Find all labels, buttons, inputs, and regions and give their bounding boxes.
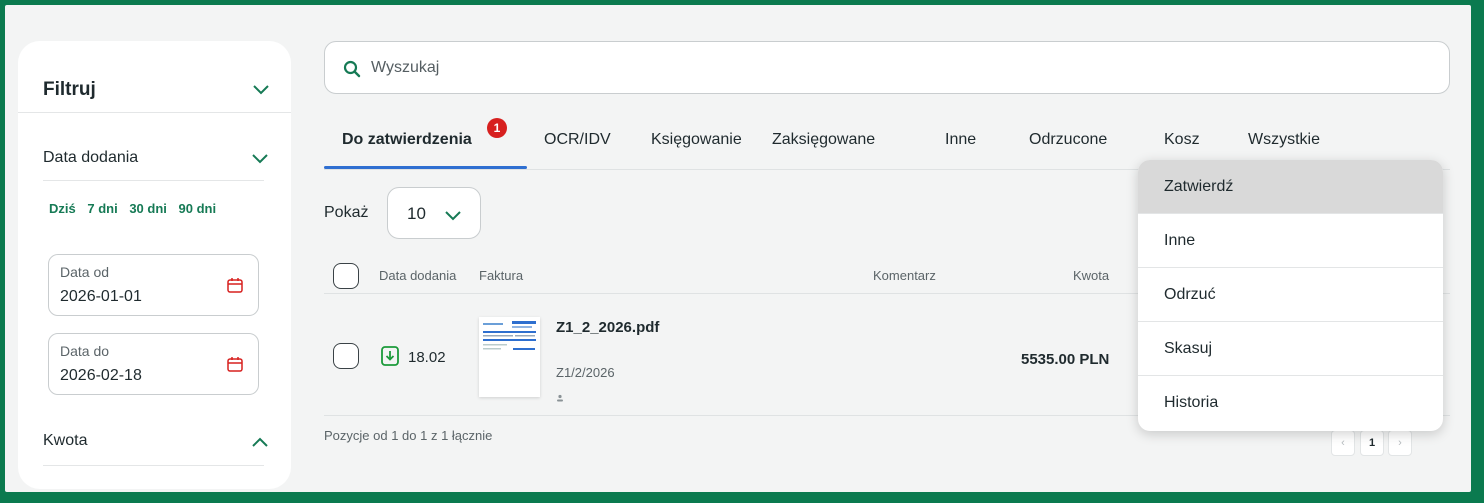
count-badge: 1 (487, 118, 507, 138)
header-comment[interactable]: Komentarz (873, 268, 936, 283)
filter-panel: Filtruj Data dodania Dziś 7 dni 30 dni 9… (18, 41, 291, 489)
tab-odrzucone[interactable]: Odrzucone (1029, 131, 1107, 149)
prev-page-button[interactable]: ‹ (1331, 430, 1355, 456)
tab-zaksiegowane[interactable]: Zaksięgowane (772, 131, 875, 149)
header-invoice[interactable]: Faktura (479, 268, 523, 283)
date-to-field[interactable]: Data do 2026-02-18 (48, 333, 259, 395)
page-size-label: Pokaż (324, 204, 369, 221)
page-size-select[interactable]: 10 (387, 187, 481, 239)
date-from-label: Data od (60, 264, 110, 280)
tab-kosz[interactable]: Kosz (1164, 131, 1200, 149)
amount-section-label: Kwota (43, 432, 88, 449)
tab-inne[interactable]: Inne (945, 131, 976, 149)
date-to-value[interactable]: 2026-02-18 (60, 367, 142, 385)
calendar-icon[interactable] (226, 355, 244, 378)
tab-ksiegowanie[interactable]: Księgowanie (651, 131, 742, 149)
pagination-summary: Pozycje od 1 do 1 z 1 łącznie (324, 428, 493, 443)
row-actions-menu: Zatwierdź Inne Odrzuć Skasuj Historia (1138, 160, 1443, 431)
date-to-label: Data do (60, 343, 110, 359)
chevron-down-icon[interactable] (251, 82, 271, 96)
next-page-button[interactable]: › (1388, 430, 1412, 456)
invoice-number: Z1/2/2026 (556, 365, 615, 380)
row-date: 18.02 (408, 349, 446, 366)
menu-item-reject[interactable]: Odrzuć (1138, 268, 1443, 322)
app-frame: Filtruj Data dodania Dziś 7 dni 30 dni 9… (5, 5, 1471, 492)
page-1-button[interactable]: 1 (1360, 430, 1384, 456)
tab-wszystkie[interactable]: Wszystkie (1248, 131, 1320, 149)
search-bar[interactable] (324, 41, 1450, 94)
date-from-field[interactable]: Data od 2026-01-01 (48, 254, 259, 316)
tab-ocr-idv[interactable]: OCR/IDV (544, 131, 611, 149)
search-input[interactable] (371, 56, 1271, 80)
user-icon (556, 389, 564, 407)
quick-today-link[interactable]: Dziś (49, 201, 76, 216)
date-section-label: Data dodania (43, 149, 139, 166)
invoice-thumbnail[interactable] (479, 317, 540, 397)
page-size-value: 10 (407, 204, 426, 223)
header-amount[interactable]: Kwota (1073, 268, 1109, 283)
calendar-icon[interactable] (226, 276, 244, 299)
quick-7-days-link[interactable]: 7 dni (87, 201, 117, 216)
row-checkbox[interactable] (333, 343, 359, 369)
active-tab-indicator (324, 166, 527, 169)
menu-item-approve[interactable]: Zatwierdź (1138, 160, 1443, 214)
chevron-up-icon[interactable] (250, 435, 270, 449)
menu-item-history[interactable]: Historia (1138, 376, 1443, 430)
amount-section-header[interactable]: Kwota (43, 411, 268, 466)
quick-date-range: Dziś 7 dni 30 dni 90 dni (49, 201, 224, 216)
search-icon (343, 60, 361, 83)
date-section-header[interactable]: Data dodania (43, 113, 268, 181)
tab-do-zatwierdzenia[interactable]: Do zatwierdzenia (342, 131, 472, 149)
select-all-checkbox[interactable] (333, 263, 359, 289)
date-from-value[interactable]: 2026-01-01 (60, 288, 142, 306)
menu-item-delete[interactable]: Skasuj (1138, 322, 1443, 376)
filter-header[interactable]: Filtruj (18, 41, 291, 113)
header-date[interactable]: Data dodania (379, 268, 456, 283)
row-amount: 5535.00 PLN (1021, 351, 1110, 368)
quick-30-days-link[interactable]: 30 dni (129, 201, 167, 216)
chevron-down-icon (443, 208, 463, 222)
chevron-down-icon[interactable] (250, 151, 270, 165)
quick-90-days-link[interactable]: 90 dni (179, 201, 217, 216)
download-icon[interactable] (381, 346, 399, 371)
menu-item-other[interactable]: Inne (1138, 214, 1443, 268)
invoice-filename[interactable]: Z1_2_2026.pdf (556, 319, 659, 336)
filter-title: Filtruj (43, 79, 96, 100)
tab-label: Do zatwierdzenia (342, 131, 472, 148)
